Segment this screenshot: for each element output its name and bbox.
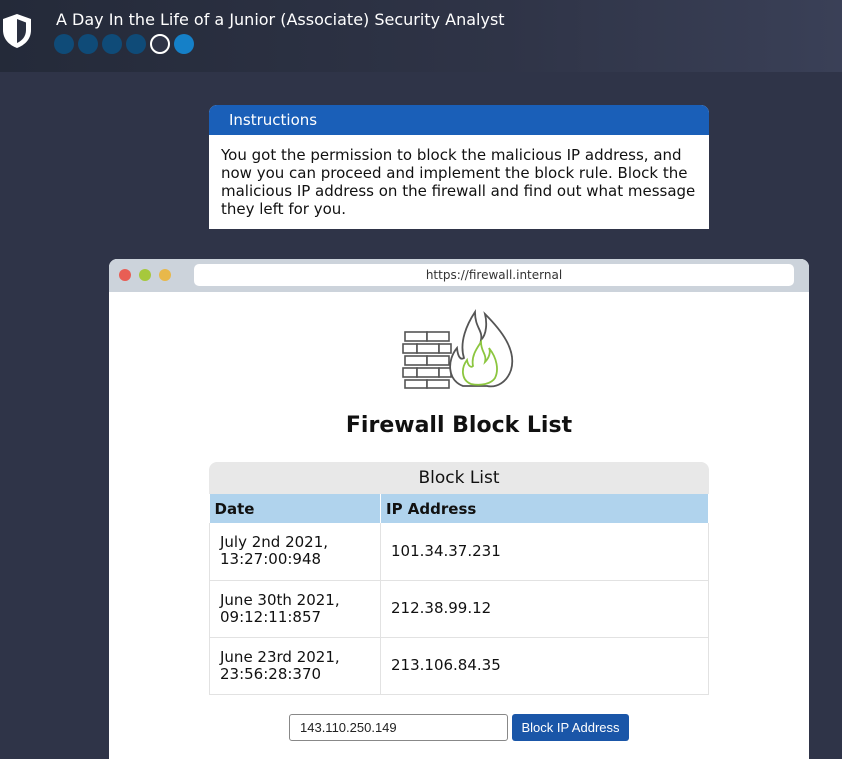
- shield-icon: [3, 14, 31, 48]
- column-header-ip-address: IP Address: [380, 494, 709, 523]
- progress-indicator: [54, 34, 194, 54]
- progress-step: [174, 34, 194, 54]
- progress-step: [102, 34, 122, 54]
- date-text: June 30th 2021,: [220, 590, 340, 609]
- table-row: June 30th 2021, 09:12:11:857 212.38.99.1…: [209, 580, 709, 638]
- ip-address-input[interactable]: [289, 714, 508, 741]
- firewall-icon: [402, 309, 514, 389]
- table-row: July 2nd 2021, 13:27:00:948 101.34.37.23…: [209, 523, 709, 581]
- window-close-dot: [119, 269, 131, 281]
- instructions-body: You got the permission to block the mali…: [221, 146, 696, 218]
- progress-step: [54, 34, 74, 54]
- browser-toolbar: https://firewall.internal: [109, 259, 809, 292]
- block-list-caption: Block List: [209, 462, 709, 494]
- page-title: Firewall Block List: [345, 413, 573, 438]
- block-ip-form: Block IP Address: [289, 714, 629, 741]
- date-cell: June 30th 2021, 09:12:11:857: [209, 580, 381, 638]
- ip-address-cell: 101.34.37.231: [380, 523, 709, 581]
- window-maximize-dot: [159, 269, 171, 281]
- block-list-table: Block List Date IP Address July 2nd 2021…: [209, 462, 709, 695]
- instructions-panel: Instructions You got the permission to b…: [209, 105, 709, 229]
- date-cell: July 2nd 2021, 13:27:00:948: [209, 523, 381, 581]
- time-text: 23:56:28:370: [220, 664, 322, 683]
- window-minimize-dot: [139, 269, 151, 281]
- browser-window: https://firewall.internal Firewall Block…: [109, 259, 809, 759]
- date-text: June 23rd 2021,: [220, 647, 340, 666]
- ip-address-cell: 213.106.84.35: [380, 637, 709, 695]
- time-text: 13:27:00:948: [220, 550, 322, 569]
- time-text: 09:12:11:857: [220, 607, 322, 626]
- date-text: July 2nd 2021,: [220, 533, 329, 552]
- progress-step: [126, 34, 146, 54]
- app-title: A Day In the Life of a Junior (Associate…: [56, 10, 505, 29]
- progress-step: [78, 34, 98, 54]
- instructions-heading: Instructions: [209, 105, 709, 135]
- date-cell: June 23rd 2021, 23:56:28:370: [209, 637, 381, 695]
- column-header-date: Date: [209, 494, 381, 523]
- address-bar[interactable]: https://firewall.internal: [194, 264, 794, 286]
- ip-address-cell: 212.38.99.12: [380, 580, 709, 638]
- progress-step-current: [150, 34, 170, 54]
- block-ip-button[interactable]: Block IP Address: [512, 714, 629, 741]
- table-row: June 23rd 2021, 23:56:28:370 213.106.84.…: [209, 637, 709, 695]
- top-bar: A Day In the Life of a Junior (Associate…: [0, 0, 842, 72]
